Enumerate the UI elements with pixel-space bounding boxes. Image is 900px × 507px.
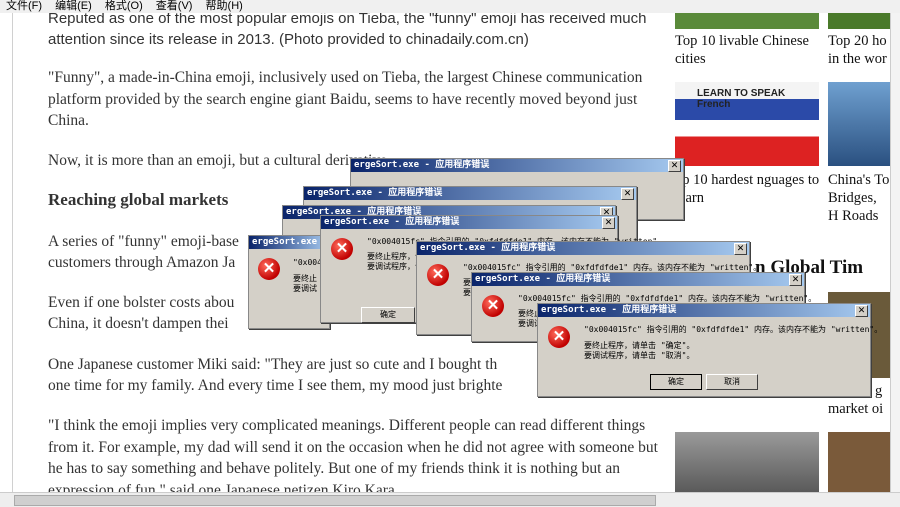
- thumbnail-french[interactable]: LEARN TO SPEAK French: [675, 82, 819, 166]
- dialog-title: ergeSort.exe - 应用程序错误: [304, 187, 636, 200]
- section-heading: Reaching global markets: [48, 190, 229, 209]
- dialog-title: ergeSort.exe - 应用程序错误: [472, 273, 804, 286]
- error-line2: 要终止: [293, 274, 317, 283]
- vertical-scrollbar[interactable]: [890, 13, 900, 493]
- menu-help[interactable]: 帮助(H): [206, 0, 243, 12]
- sidebar-link-languages[interactable]: op 10 hardest nguages to learn: [675, 171, 825, 207]
- sidebar-link-hotels[interactable]: Top 20 ho in the wor: [828, 32, 890, 68]
- dialog-title: ergeSort.exe - 应用程序错误: [417, 242, 749, 255]
- error-icon: ✕: [548, 326, 570, 348]
- menu-file[interactable]: 文件(F): [6, 0, 42, 12]
- error-dialog-4: ergeSort.exe - 应用程序错误 ✕ "0x0040 要终止 要调试: [248, 235, 330, 329]
- thumbnail-bridges[interactable]: [828, 82, 890, 166]
- close-icon[interactable]: ✕: [789, 274, 802, 286]
- error-line1: "0x004015fc" 指令引用的 "0xfdfdfde1" 内存。该内存不能…: [584, 325, 883, 334]
- close-icon[interactable]: ✕: [734, 243, 747, 255]
- error-icon: ✕: [331, 238, 353, 260]
- thumbnail-apple[interactable]: [675, 432, 819, 492]
- left-margin: [0, 13, 13, 493]
- dialog-title: ergeSort.exe - 应用程序错误: [321, 216, 617, 229]
- dialog-title: ergeSort.exe - 应用程序错误: [249, 236, 329, 249]
- french-image-text: LEARN TO SPEAK French: [697, 88, 786, 110]
- error-icon: ✕: [258, 258, 280, 280]
- paragraph-1: "Funny", a made-in-China emoji, inclusiv…: [48, 69, 643, 129]
- error-icon: ✕: [427, 264, 449, 286]
- ok-button[interactable]: 确定: [650, 374, 702, 390]
- menu-edit[interactable]: 编辑(E): [55, 0, 92, 12]
- error-line3: 要调试程序，请单击 "取消"。: [584, 351, 695, 360]
- dialog-title: ergeSort.exe - 应用程序错误: [351, 159, 683, 172]
- sidebar-link-cities[interactable]: Top 10 livable Chinese cities: [675, 32, 825, 68]
- close-icon[interactable]: ✕: [855, 305, 868, 317]
- paragraph-6: "I think the emoji implies very complica…: [48, 417, 658, 499]
- menu-format[interactable]: 格式(O): [105, 0, 143, 12]
- error-icon: ✕: [482, 295, 504, 317]
- menu-view[interactable]: 查看(V): [156, 0, 193, 12]
- menu-bar: 文件(F) 编辑(E) 格式(O) 查看(V) 帮助(H): [0, 0, 900, 13]
- cancel-button[interactable]: 取消: [706, 374, 758, 390]
- dialog-title: ergeSort.exe - 应用程序错误: [538, 304, 870, 317]
- thumbnail-street[interactable]: [828, 432, 890, 492]
- close-icon[interactable]: ✕: [668, 160, 681, 172]
- sidebar-link-market[interactable]: market oi: [828, 400, 890, 418]
- error-line3: 要调试: [293, 284, 317, 293]
- thumbnail-hotels[interactable]: [828, 13, 890, 29]
- sidebar-link-g[interactable]: g: [875, 382, 890, 400]
- thumbnail-cities[interactable]: [675, 13, 819, 29]
- error-line2: 要终止程序，请单击 "确定"。: [584, 341, 695, 350]
- error-dialog-front: ergeSort.exe - 应用程序错误 ✕ ✕ "0x004015fc" 指…: [537, 303, 882, 397]
- sidebar-link-bridges[interactable]: China's To Bridges, H Roads: [828, 171, 890, 225]
- scrollbar-thumb[interactable]: [14, 495, 656, 506]
- ok-button[interactable]: 确定: [361, 307, 415, 323]
- close-icon[interactable]: ✕: [621, 188, 634, 200]
- horizontal-scrollbar[interactable]: [0, 492, 900, 507]
- close-icon[interactable]: ✕: [602, 217, 615, 229]
- photo-caption: Reputed as one of the most popular emoji…: [48, 10, 647, 48]
